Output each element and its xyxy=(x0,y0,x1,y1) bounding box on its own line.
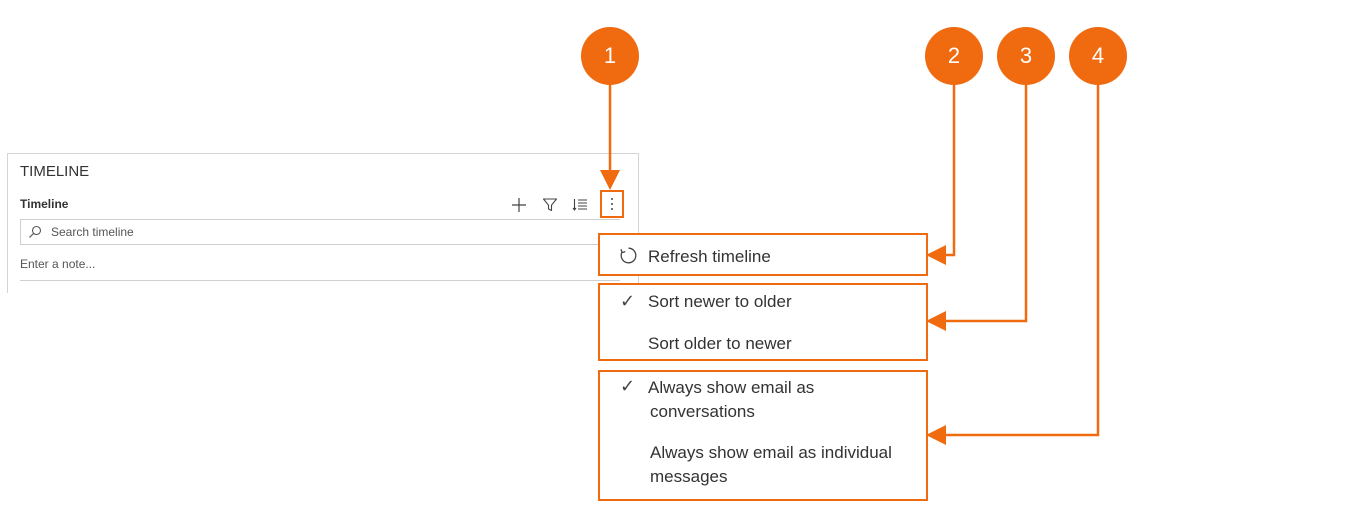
callout-badge-3: 3 xyxy=(997,27,1055,85)
callout-badge-2: 2 xyxy=(925,27,983,85)
callout-line-4 xyxy=(926,85,1100,445)
callout-connectors xyxy=(600,85,1100,445)
callout-badge-1: 1 xyxy=(581,27,639,85)
callout-line-3 xyxy=(926,85,1028,331)
callout-badge-4: 4 xyxy=(1069,27,1127,85)
callout-line-2 xyxy=(926,85,956,265)
